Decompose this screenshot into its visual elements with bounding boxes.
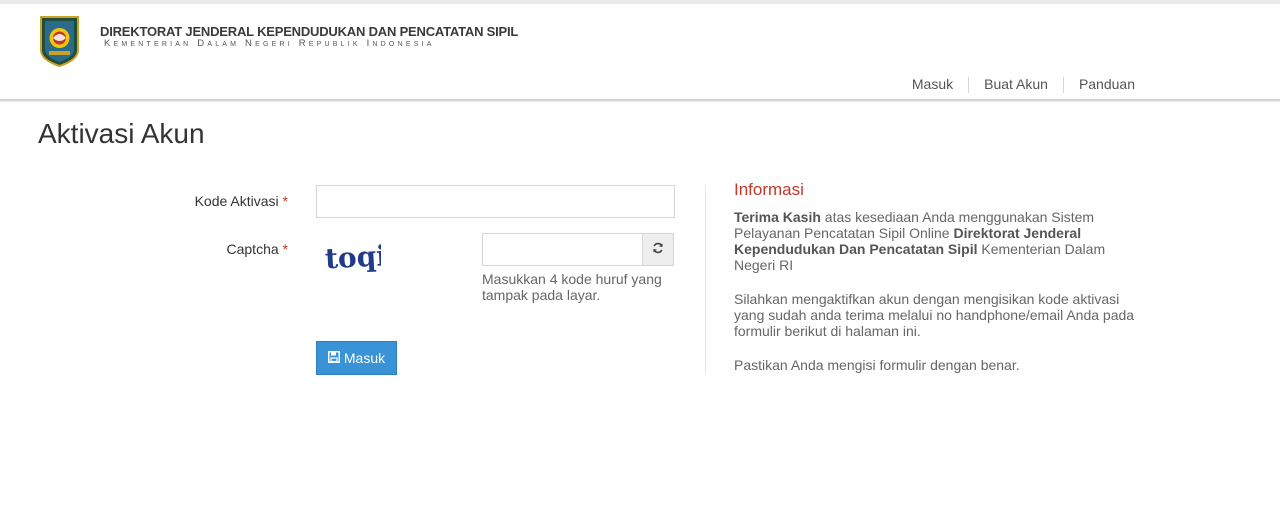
nav-panduan[interactable]: Panduan xyxy=(1064,76,1150,93)
captcha-hint: Masukkan 4 kode huruf yang tampak pada l… xyxy=(482,271,662,303)
info-paragraph-2: Silahkan mengaktifkan akun dengan mengis… xyxy=(734,291,1135,339)
required-mark: * xyxy=(282,241,288,257)
refresh-icon xyxy=(652,241,664,259)
save-icon xyxy=(327,350,340,366)
kode-aktivasi-label: Kode Aktivasi * xyxy=(88,193,288,209)
info-paragraph-1: Terima Kasih atas kesediaan Anda menggun… xyxy=(734,209,1144,273)
info-bold-thanks: Terima Kasih xyxy=(734,209,821,225)
brand-title: DIREKTORAT JENDERAL KEPENDUDUKAN DAN PEN… xyxy=(100,24,519,39)
info-paragraph-3: Pastikan Anda mengisi formulir dengan be… xyxy=(734,357,1020,373)
captcha-text: toqi xyxy=(324,239,381,275)
captcha-label-text: Captcha xyxy=(226,241,279,257)
masuk-button-label: Masuk xyxy=(343,350,386,366)
nav-masuk[interactable]: Masuk xyxy=(897,76,968,93)
main-nav: Masuk Buat Akun Panduan xyxy=(897,76,1150,93)
captcha-input[interactable] xyxy=(482,233,643,266)
kemendagri-logo[interactable] xyxy=(39,14,80,68)
site-header: DIREKTORAT JENDERAL KEPENDUDUKAN DAN PEN… xyxy=(0,4,1280,100)
kode-aktivasi-input[interactable] xyxy=(316,185,675,218)
captcha-refresh-button[interactable] xyxy=(642,233,674,266)
masuk-button[interactable]: Masuk xyxy=(316,341,397,375)
info-title: Informasi xyxy=(734,180,804,199)
captcha-label: Captcha * xyxy=(88,241,289,257)
captcha-image: toqi xyxy=(323,238,387,278)
page-title: Aktivasi Akun xyxy=(38,118,205,149)
vertical-divider xyxy=(705,185,706,374)
kode-aktivasi-label-text: Kode Aktivasi xyxy=(194,193,279,209)
brand-subtitle: Kementerian Dalam Negeri Republik Indone… xyxy=(104,38,435,49)
required-mark: * xyxy=(282,193,288,209)
nav-buat-akun[interactable]: Buat Akun xyxy=(969,76,1063,93)
header-shadow xyxy=(0,99,1280,102)
